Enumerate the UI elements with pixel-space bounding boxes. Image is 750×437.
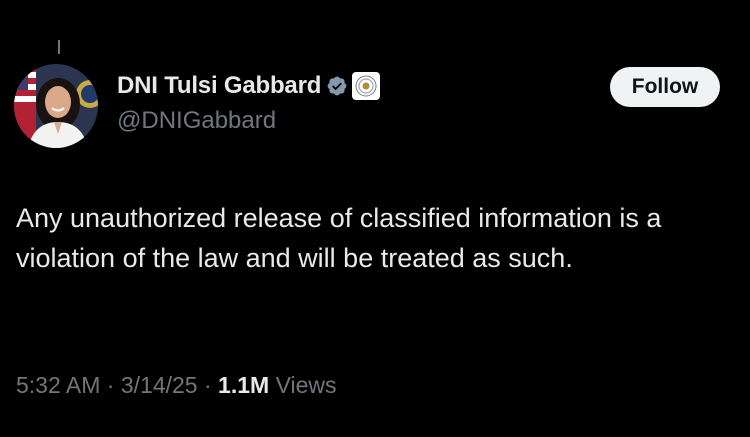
views-label: Views xyxy=(269,372,337,398)
author-name-row: DNI Tulsi Gabbard xyxy=(117,72,381,100)
views-count: 1.1M xyxy=(218,372,270,398)
meta-separator: · xyxy=(100,372,121,398)
follow-button[interactable]: Follow xyxy=(610,67,720,107)
meta-separator: · xyxy=(197,372,219,398)
avatar[interactable] xyxy=(14,64,98,148)
dni-seal-icon[interactable] xyxy=(352,72,381,100)
thread-connector-line xyxy=(58,40,60,54)
author-display-name[interactable]: DNI Tulsi Gabbard xyxy=(117,72,321,100)
tweet-time[interactable]: 5:32 AM xyxy=(16,372,100,398)
avatar-photo xyxy=(14,64,98,148)
author-handle[interactable]: @DNIGabbard xyxy=(117,107,276,135)
tweet-date[interactable]: 3/14/25 xyxy=(121,372,198,398)
tweet-text: Any unauthorized release of classified i… xyxy=(16,203,662,273)
tweet-meta: 5:32 AM · 3/14/25 · 1.1M Views xyxy=(16,372,337,399)
verified-check-icon[interactable] xyxy=(326,75,348,97)
